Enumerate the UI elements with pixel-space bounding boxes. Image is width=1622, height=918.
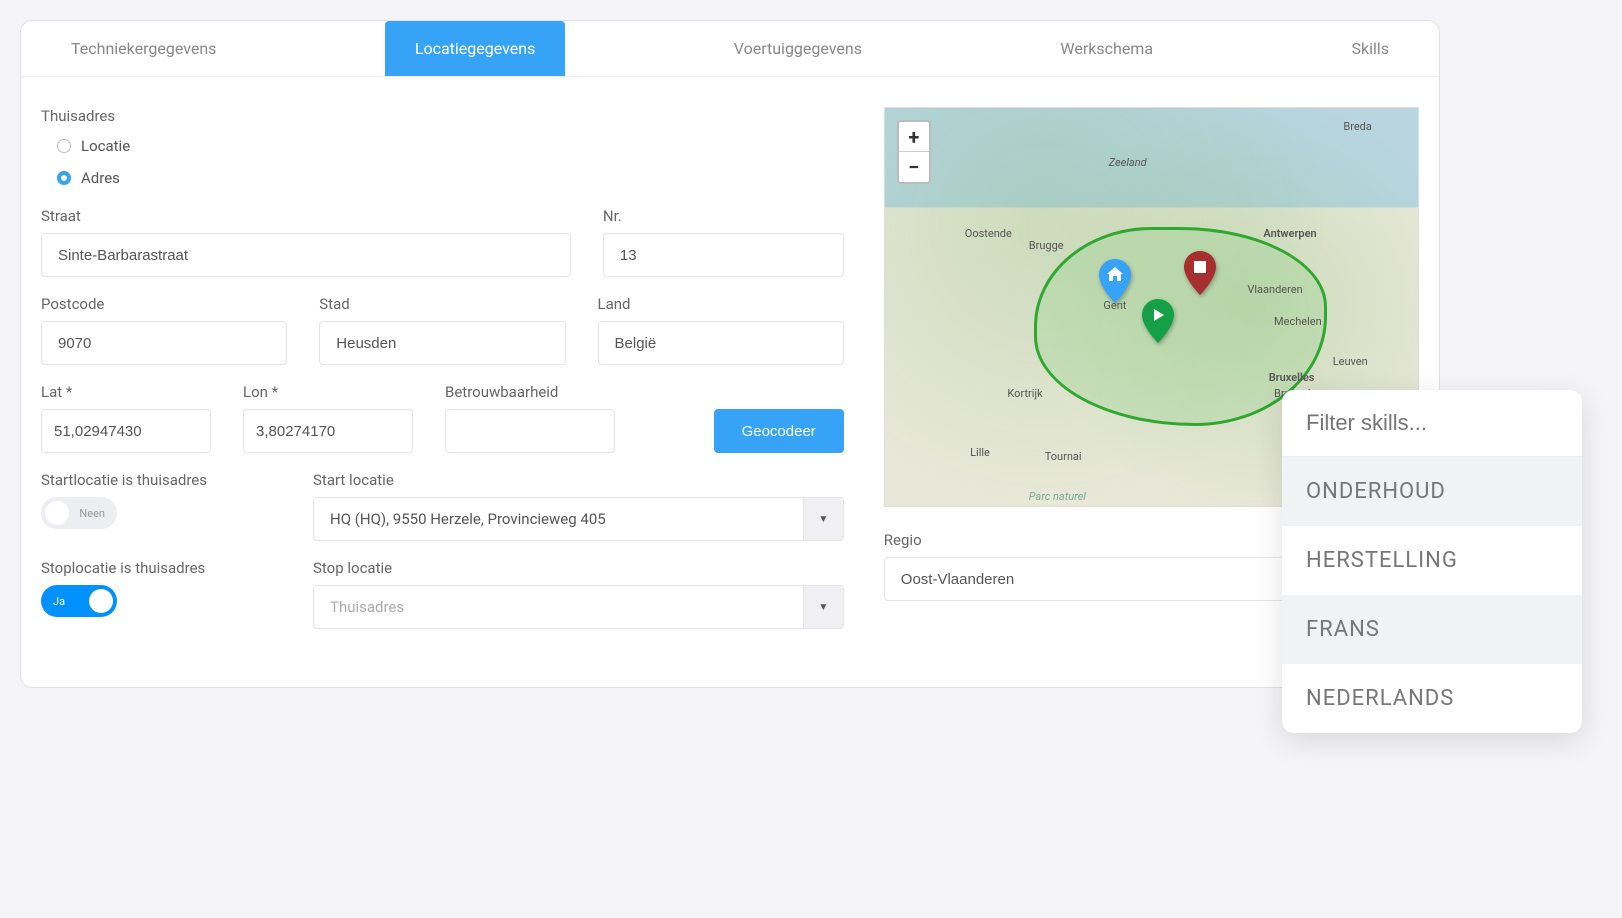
land-input[interactable] — [598, 321, 844, 365]
map-city-mechelen: Mechelen — [1274, 315, 1322, 328]
nr-input[interactable] — [603, 233, 844, 277]
straat-input[interactable] — [41, 233, 571, 277]
start-locatie-label: Start locatie — [313, 471, 844, 489]
chevron-down-icon: ▼ — [803, 586, 843, 628]
radio-locatie[interactable]: Locatie — [57, 137, 844, 155]
tab-skills[interactable]: Skills — [1321, 21, 1419, 76]
map-marker-home-icon[interactable] — [1098, 259, 1132, 303]
nr-label: Nr. — [603, 207, 844, 225]
chevron-down-icon: ▼ — [803, 498, 843, 540]
postcode-input[interactable] — [41, 321, 287, 365]
lon-input[interactable] — [244, 410, 413, 452]
home-address-label: Thuisadres — [41, 107, 844, 125]
lat-input[interactable] — [42, 410, 211, 452]
stad-label: Stad — [319, 295, 565, 313]
stop-locatie-select[interactable]: Thuisadres ▼ — [313, 585, 844, 629]
land-label: Land — [598, 295, 844, 313]
skill-item-onderhoud[interactable]: ONDERHOUD — [1282, 457, 1582, 526]
lat-stepper[interactable]: ▲ ▼ — [41, 409, 211, 453]
stop-locatie-label: Stop locatie — [313, 559, 844, 577]
start-locatie-select[interactable]: HQ (HQ), 9550 Herzele, Provincieweg 405 … — [313, 497, 844, 541]
tab-voertuig[interactable]: Voertuiggegevens — [704, 21, 892, 76]
tab-locatie[interactable]: Locatiegegevens — [385, 21, 566, 76]
radio-adres-label: Adres — [81, 169, 120, 187]
map-city-parc: Parc naturel — [1029, 490, 1086, 503]
tabs-bar: Techniekergegevens Locatiegegevens Voert… — [21, 21, 1439, 77]
radio-adres[interactable]: Adres — [57, 169, 844, 187]
map-city-leuven: Leuven — [1333, 355, 1368, 368]
straat-label: Straat — [41, 207, 571, 225]
lon-stepper[interactable]: ▲ ▼ — [243, 409, 413, 453]
map-city-tournai: Tournai — [1045, 450, 1082, 463]
map-city-bruxelles: Bruxelles — [1269, 371, 1315, 384]
start-locatie-value: HQ (HQ), 9550 Herzele, Provincieweg 405 — [314, 510, 803, 528]
lat-label: Lat * — [41, 383, 211, 401]
lon-label: Lon * — [243, 383, 413, 401]
skill-item-frans[interactable]: FRANS — [1282, 595, 1582, 664]
betrouwbaarheid-input[interactable] — [445, 409, 615, 453]
stop-is-home-toggle[interactable]: Ja — [41, 585, 117, 617]
map-city-oostende: Oostende — [965, 227, 1012, 240]
tab-technieker[interactable]: Techniekergegevens — [41, 21, 246, 76]
map-marker-stop-icon[interactable] — [1183, 251, 1217, 295]
map-marker-start-icon[interactable] — [1141, 299, 1175, 343]
map-city-zeeland: Zeeland — [1109, 156, 1147, 169]
tab-werkschema[interactable]: Werkschema — [1030, 21, 1183, 76]
start-is-home-toggle[interactable]: Neen — [41, 497, 117, 529]
left-column: Thuisadres Locatie Adres Straat Nr. — [41, 107, 844, 647]
technician-form-card: Techniekergegevens Locatiegegevens Voert… — [20, 20, 1440, 688]
skill-item-herstelling[interactable]: HERSTELLING — [1282, 526, 1582, 595]
start-is-home-label: Startlocatie is thuisadres — [41, 471, 281, 489]
map-zoom-out-button[interactable]: − — [899, 152, 929, 182]
skills-filter-panel: ONDERHOUD HERSTELLING FRANS NEDERLANDS — [1282, 390, 1582, 733]
toggle-knob-icon — [89, 589, 113, 613]
map-zoom-in-button[interactable]: + — [899, 122, 929, 152]
postcode-label: Postcode — [41, 295, 287, 313]
toggle-knob-icon — [45, 501, 69, 525]
geocodeer-button[interactable]: Geocodeer — [714, 409, 844, 453]
stop-is-home-toggle-label: Ja — [53, 595, 65, 608]
map-city-lille: Lille — [970, 446, 990, 459]
betrouwbaarheid-label: Betrouwbaarheid — [445, 383, 615, 401]
stop-locatie-value: Thuisadres — [314, 598, 803, 616]
map-city-breda: Breda — [1343, 120, 1372, 133]
radio-locatie-label: Locatie — [81, 137, 130, 155]
skills-filter-input[interactable] — [1282, 390, 1582, 457]
map-city-vlaanderen: Vlaanderen — [1247, 283, 1302, 296]
stop-is-home-label: Stoplocatie is thuisadres — [41, 559, 281, 577]
stad-input[interactable] — [319, 321, 565, 365]
radio-circle-unchecked-icon — [57, 139, 71, 153]
map-city-brugge: Brugge — [1029, 239, 1064, 252]
map-city-antwerpen: Antwerpen — [1263, 227, 1316, 240]
radio-circle-checked-icon — [57, 171, 71, 185]
home-address-radio-group: Locatie Adres — [41, 137, 844, 187]
map-zoom-control: + − — [897, 120, 931, 184]
skill-item-nederlands[interactable]: NEDERLANDS — [1282, 664, 1582, 733]
form-content: Thuisadres Locatie Adres Straat Nr. — [21, 77, 1439, 687]
map-city-kortrijk: Kortrijk — [1007, 387, 1042, 400]
start-is-home-toggle-label: Neen — [79, 507, 105, 520]
